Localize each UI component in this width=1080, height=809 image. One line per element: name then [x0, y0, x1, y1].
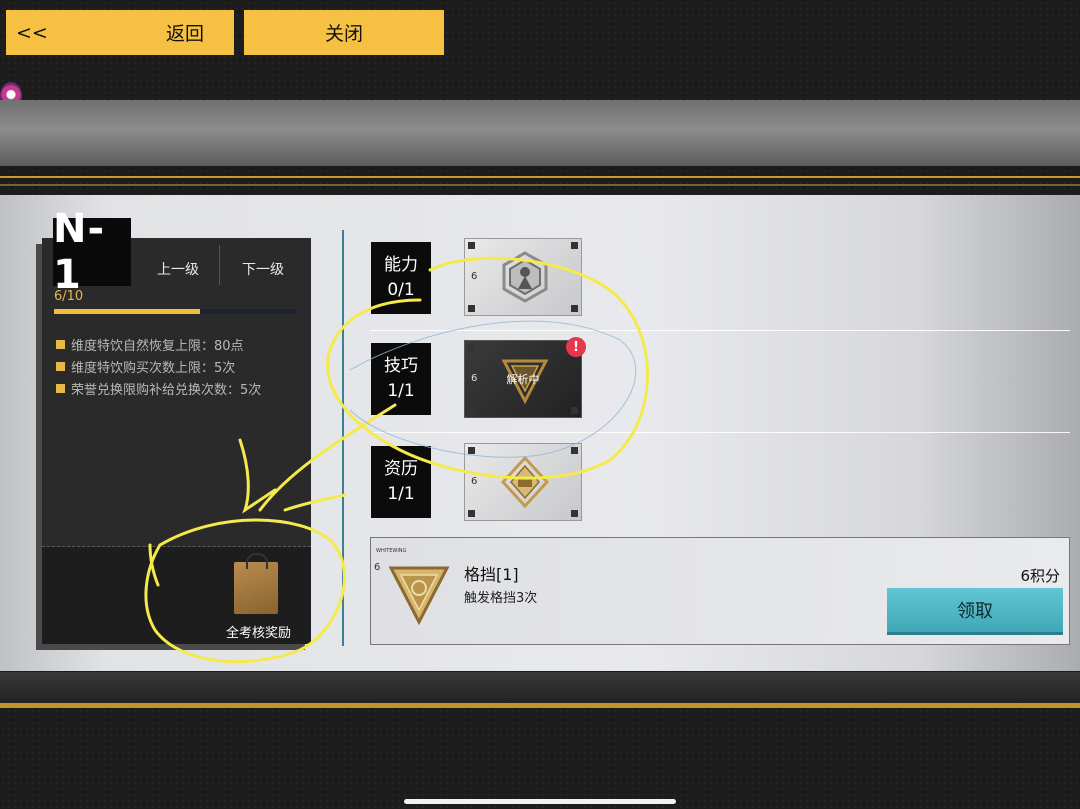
assessment-card-technique[interactable]: 6 解析中	[464, 340, 582, 418]
bullet-icon	[56, 339, 65, 349]
level-badge: N-1	[53, 206, 131, 298]
close-button[interactable]: 关闭	[244, 10, 444, 55]
reward-description: 触发格挡3次	[464, 591, 538, 606]
bonus-list: 维度特饮自然恢复上限：80点 维度特饮购买次数上限：5次 荣誉兑换限购补给兑换次…	[56, 333, 261, 399]
home-indicator[interactable]	[404, 799, 676, 804]
claim-button[interactable]: 领取	[887, 588, 1063, 632]
level-progress-bar	[54, 309, 297, 314]
reward-name: 格挡[1]	[464, 565, 519, 584]
next-level-button[interactable]: 下一级	[242, 259, 284, 279]
category-technique: 技巧 1/1	[371, 343, 431, 415]
block-badge-icon	[388, 566, 450, 626]
prev-level-button[interactable]: 上一级	[157, 259, 199, 279]
header-band	[0, 100, 1080, 166]
bullet-icon	[56, 361, 65, 371]
footer-band	[0, 672, 1080, 705]
analyzing-status: 解析中	[506, 373, 540, 386]
divider-line	[0, 184, 1080, 186]
back-button[interactable]: << 返回	[6, 10, 234, 55]
list-item: 荣誉兑换限购补给兑换次数：5次	[56, 377, 261, 399]
back-label: 返回	[166, 23, 205, 45]
list-item: 维度特饮购买次数上限：5次	[56, 355, 261, 377]
diamond-emblem-icon	[501, 456, 549, 508]
vertical-divider	[342, 230, 344, 646]
divider-line	[0, 176, 1080, 178]
category-experience: 资历 1/1	[371, 446, 431, 518]
card-level: 6	[471, 476, 478, 487]
full-reward-label: 全考核奖励	[226, 626, 292, 641]
row-separator	[370, 432, 1070, 433]
level-progress-fill	[54, 309, 200, 314]
list-item: 维度特饮自然恢复上限：80点	[56, 333, 261, 355]
alert-icon: !	[566, 337, 586, 357]
hexagon-emblem-icon	[502, 251, 548, 303]
category-ability: 能力 0/1	[371, 242, 431, 314]
reward-level: 6	[374, 562, 381, 573]
gift-bag-icon[interactable]	[234, 553, 278, 614]
close-label: 关闭	[324, 23, 363, 45]
reward-points: 6积分	[1020, 567, 1060, 585]
reward-brand: WHITEWING	[376, 548, 407, 554]
row-separator	[370, 330, 1070, 331]
assessment-card-experience[interactable]: 6	[464, 443, 582, 521]
nav-divider	[219, 245, 220, 285]
back-arrow-icon: <<	[16, 21, 48, 44]
assessment-card-ability[interactable]: 6	[464, 238, 582, 316]
bullet-icon	[56, 383, 65, 393]
footer-gold-line	[0, 703, 1080, 708]
level-progress-text: 6/10	[54, 289, 84, 304]
card-level: 6	[471, 271, 478, 282]
